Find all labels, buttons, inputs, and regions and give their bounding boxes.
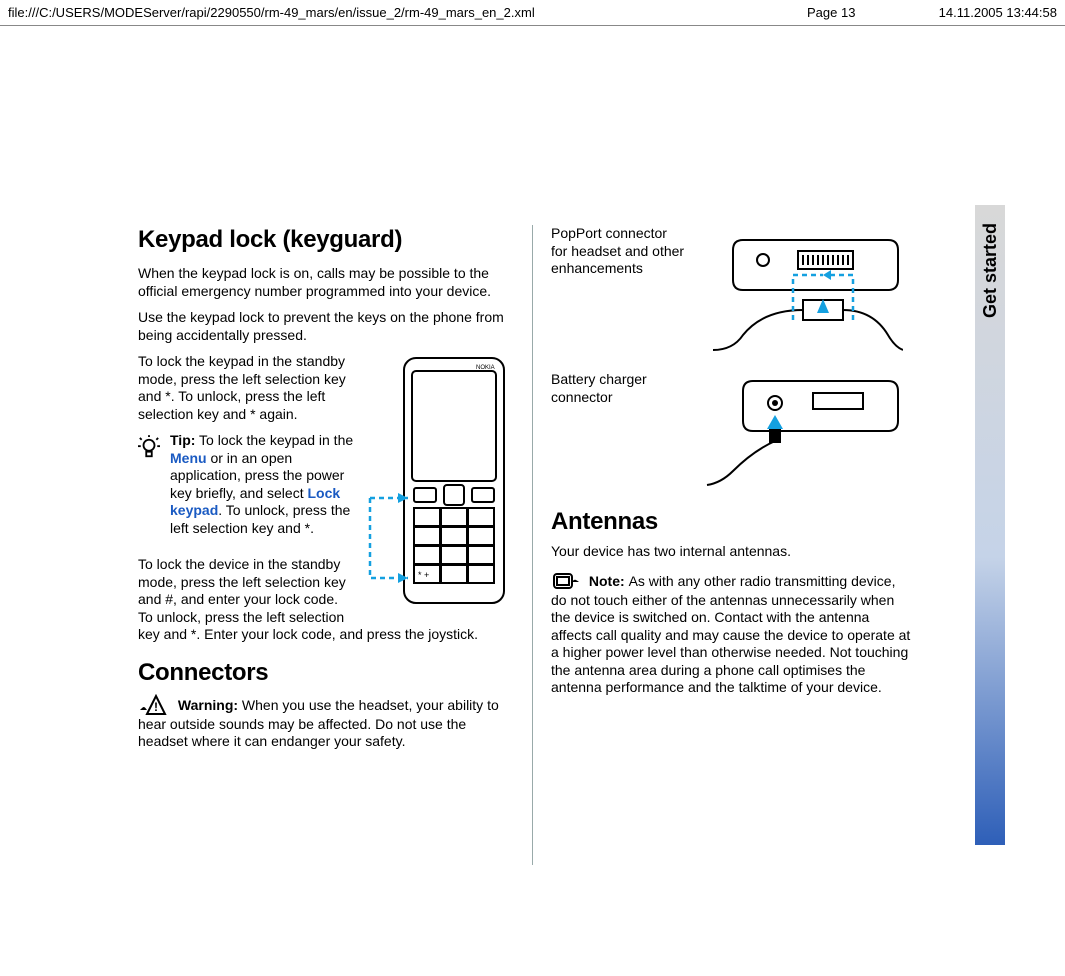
charger-label: Battery charger connector bbox=[551, 371, 691, 406]
page-number: 13 bbox=[973, 953, 995, 976]
para-antennas: Your device has two internal antennas. bbox=[551, 543, 914, 561]
right-column: PopPort connector for headset and other … bbox=[533, 225, 928, 865]
note-icon bbox=[551, 573, 589, 589]
page-label: Page 13 bbox=[807, 5, 887, 20]
popport-illustration bbox=[691, 225, 914, 355]
tip-label: Tip: bbox=[170, 432, 195, 448]
svg-text:* +: * + bbox=[418, 570, 429, 580]
para-emergency: When the keypad lock is on, calls may be… bbox=[138, 265, 514, 300]
side-tab: Get started 13 bbox=[975, 205, 1005, 845]
para-prevent: Use the keypad lock to prevent the keys … bbox=[138, 309, 514, 344]
note-block: Note: As with any other radio transmitti… bbox=[551, 570, 914, 697]
note-label: Note: bbox=[589, 573, 629, 589]
phone-illustration: NOKIA bbox=[364, 353, 514, 613]
heading-connectors: Connectors bbox=[138, 658, 514, 688]
warning-block: ! Warning: When you use the headset, you… bbox=[138, 694, 514, 751]
charger-illustration bbox=[691, 371, 914, 491]
file-path: file:///C:/USERS/MODEServer/rapi/2290550… bbox=[8, 5, 807, 20]
heading-antennas: Antennas bbox=[551, 507, 914, 537]
note-text: As with any other radio transmitting dev… bbox=[551, 573, 910, 696]
print-header: file:///C:/USERS/MODEServer/rapi/2290550… bbox=[0, 0, 1065, 26]
heading-keypad-lock: Keypad lock (keyguard) bbox=[138, 225, 514, 255]
menu-link: Menu bbox=[170, 450, 207, 466]
warning-label: Warning: bbox=[178, 697, 242, 713]
tip-text: Tip: To lock the keypad in the Menu or i… bbox=[170, 432, 356, 537]
side-tab-label: Get started bbox=[980, 223, 1001, 318]
popport-row: PopPort connector for headset and other … bbox=[551, 225, 914, 355]
tip-block: Tip: To lock the keypad in the Menu or i… bbox=[138, 432, 356, 546]
left-column: Keypad lock (keyguard) When the keypad l… bbox=[138, 225, 533, 865]
svg-text:NOKIA: NOKIA bbox=[476, 365, 495, 371]
svg-text:!: ! bbox=[154, 700, 158, 714]
lightbulb-icon bbox=[138, 435, 160, 461]
charger-row: Battery charger connector bbox=[551, 371, 914, 491]
warning-icon: ! bbox=[138, 697, 178, 713]
timestamp: 14.11.2005 13:44:58 bbox=[887, 5, 1057, 20]
popport-label: PopPort connector for headset and other … bbox=[551, 225, 691, 278]
